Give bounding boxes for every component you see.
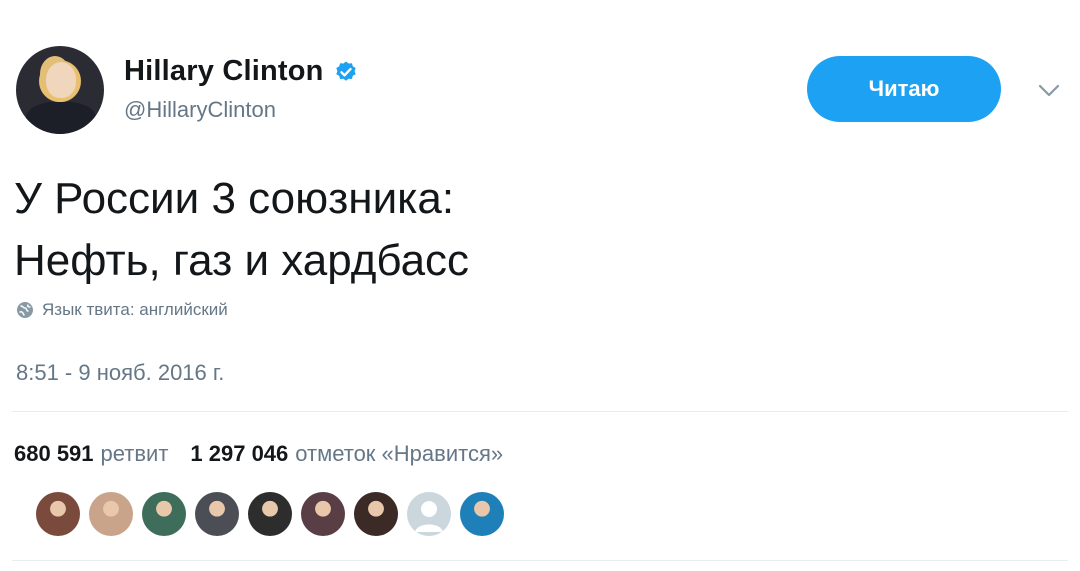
- liker-avatar[interactable]: [142, 492, 186, 536]
- liker-avatar[interactable]: [460, 492, 504, 536]
- avatar-face: [46, 62, 76, 98]
- chevron-down-icon[interactable]: [1036, 80, 1062, 100]
- author-avatar[interactable]: [16, 46, 104, 134]
- tweet-stats: 680 591 ретвит 1 297 046 отметок «Нравит…: [14, 441, 503, 467]
- tweet-language-label[interactable]: Язык твита: английский: [42, 300, 228, 320]
- verified-badge-icon: [335, 61, 356, 81]
- tweet-line-2: Нефть, газ и хардбасс: [14, 236, 470, 285]
- liker-avatar[interactable]: [248, 492, 292, 536]
- divider: [12, 560, 1068, 561]
- retweets-label[interactable]: ретвит: [101, 441, 169, 467]
- divider: [12, 411, 1068, 412]
- liker-avatar[interactable]: [301, 492, 345, 536]
- liker-avatar[interactable]: [36, 492, 80, 536]
- retweets-count[interactable]: 680 591: [14, 441, 94, 467]
- liker-avatar[interactable]: [89, 492, 133, 536]
- liker-avatar[interactable]: [195, 492, 239, 536]
- author-name[interactable]: Hillary Clinton: [124, 55, 324, 88]
- globe-icon: [17, 302, 33, 318]
- following-button[interactable]: Читаю: [807, 56, 1001, 122]
- author-name-row: Hillary Clinton: [124, 55, 358, 88]
- liker-avatar[interactable]: [354, 492, 398, 536]
- author-handle[interactable]: @HillaryClinton: [124, 97, 276, 123]
- likes-count[interactable]: 1 297 046: [190, 441, 288, 467]
- tweet-line-1: У России 3 союзника:: [14, 174, 455, 223]
- tweet-language-row: Язык твита: английский: [16, 300, 228, 320]
- default-avatar-icon[interactable]: [407, 492, 451, 536]
- likes-label[interactable]: отметок «Нравится»: [295, 441, 503, 467]
- tweet-timestamp[interactable]: 8:51 - 9 нояб. 2016 г.: [16, 360, 224, 386]
- avatar-body: [26, 102, 96, 134]
- tweet-text: У России 3 союзника: Нефть, газ и хардба…: [14, 168, 1054, 292]
- likers-avatars: [36, 492, 513, 536]
